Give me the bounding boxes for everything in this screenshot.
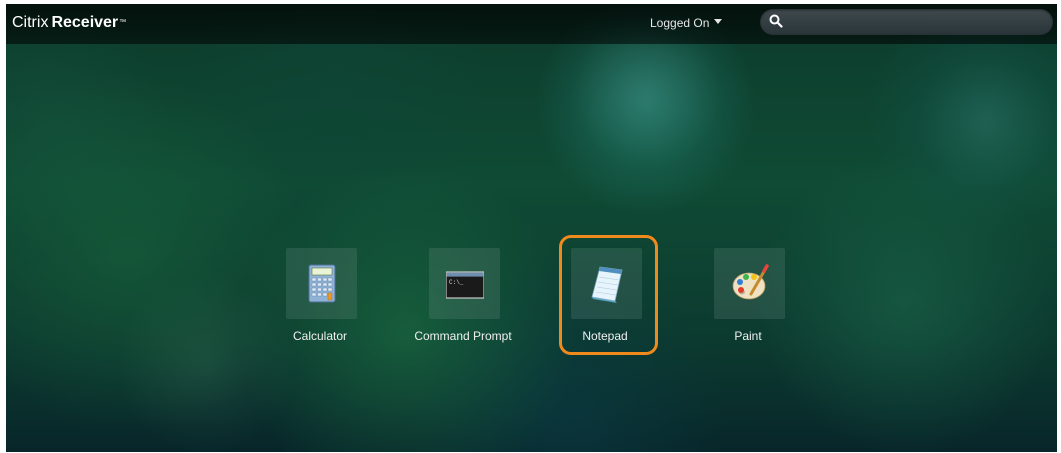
logo-text-citrix: Citrix <box>12 14 49 31</box>
logo-text-receiver: Receiver <box>51 14 119 31</box>
app-label[interactable]: Paint <box>678 328 818 344</box>
app-paint[interactable]: Paint <box>678 248 818 358</box>
app-tile[interactable]: C:\_ <box>429 248 500 319</box>
logo-trademark: ™ <box>119 19 127 26</box>
notepad-icon <box>591 266 623 303</box>
app-command-prompt[interactable]: C:\_ Command Prompt <box>393 248 533 358</box>
search-box[interactable] <box>760 9 1053 35</box>
app-label[interactable]: Notepad <box>535 328 675 344</box>
calculator-icon <box>308 264 336 303</box>
command-prompt-icon: C:\_ <box>446 271 484 299</box>
search-icon <box>769 14 783 28</box>
logged-on-label: Logged On <box>650 16 710 30</box>
app-tile[interactable] <box>714 248 785 319</box>
citrix-receiver-logo: Citrix Receiver™ <box>12 14 126 32</box>
app-notepad[interactable]: Notepad <box>535 248 675 358</box>
app-label[interactable]: Calculator <box>250 328 390 344</box>
chevron-down-icon <box>714 19 723 25</box>
app-calculator[interactable]: Calculator <box>250 248 390 358</box>
svg-text:C:\_: C:\_ <box>449 279 464 286</box>
app-label[interactable]: Command Prompt <box>393 328 533 344</box>
search-input[interactable] <box>788 12 1047 34</box>
app-tile[interactable] <box>571 248 642 319</box>
logged-on-menu[interactable]: Logged On <box>650 15 723 31</box>
paint-palette-icon <box>732 264 769 300</box>
app-tile[interactable] <box>286 248 357 319</box>
receiver-window: Citrix Receiver™ Logged On Calculator C:… <box>6 4 1057 452</box>
top-bar: Citrix Receiver™ Logged On <box>6 4 1057 44</box>
